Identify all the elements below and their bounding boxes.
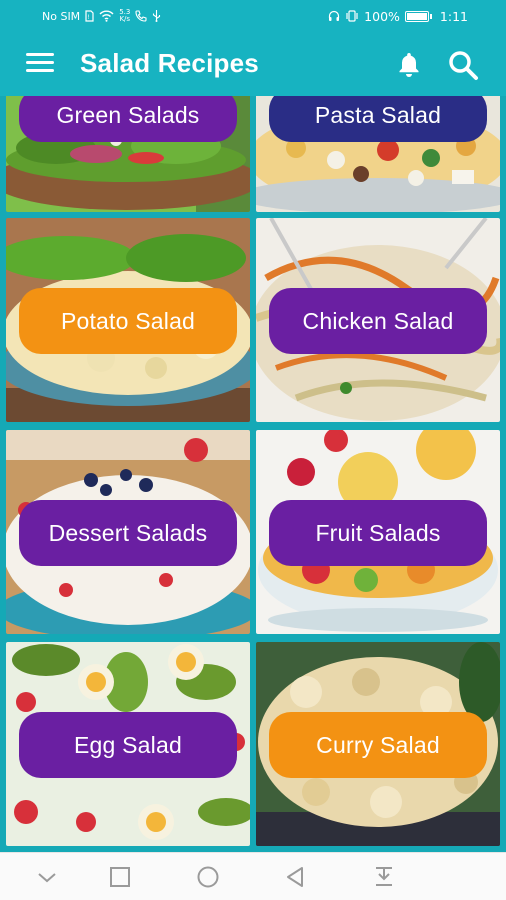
battery-percent: 100% (364, 8, 400, 24)
category-card-chicken-salad[interactable]: Chicken Salad (256, 218, 500, 422)
category-card-egg-salad[interactable]: Egg Salad (6, 642, 250, 846)
headset-icon (328, 10, 340, 22)
triangle-back-icon[interactable] (283, 865, 309, 889)
download-icon[interactable] (371, 865, 397, 889)
category-card-pasta-salad[interactable]: Pasta Salad (256, 96, 500, 212)
battery-icon (404, 10, 432, 22)
vibrate-icon (345, 10, 359, 22)
status-left: No SIM ! 5.3 K/s (42, 7, 161, 25)
square-icon[interactable] (107, 865, 133, 889)
app-title: Salad Recipes (80, 48, 259, 78)
carrier-text: No SIM (42, 9, 81, 23)
category-card-green-salads[interactable]: Green Salads (6, 96, 250, 212)
category-card-potato-salad[interactable]: Potato Salad (6, 218, 250, 422)
bell-icon[interactable] (394, 49, 424, 79)
hamburger-menu-icon[interactable] (26, 53, 54, 75)
search-icon[interactable] (446, 48, 480, 82)
app-bar: Salad Recipes (0, 32, 506, 96)
usb-icon (152, 10, 161, 22)
chevron-down-icon[interactable] (34, 865, 60, 889)
phone-icon (135, 10, 147, 22)
status-right: 100% 1:11 (328, 7, 468, 25)
category-label: Chicken Salad (269, 288, 487, 354)
category-label: Dessert Salads (19, 500, 237, 566)
status-bar: No SIM ! 5.3 K/s 100% 1:11 (0, 0, 506, 32)
category-label: Potato Salad (19, 288, 237, 354)
wifi-icon (99, 10, 114, 22)
category-label: Fruit Salads (269, 500, 487, 566)
category-card-fruit-salads[interactable]: Fruit Salads (256, 430, 500, 634)
category-label: Curry Salad (269, 712, 487, 778)
category-label: Pasta Salad (269, 96, 487, 142)
speed-unit: K/s (119, 15, 131, 23)
category-label: Green Salads (19, 96, 237, 142)
svg-text:!: ! (88, 14, 90, 21)
category-card-curry-salad[interactable]: Curry Salad (256, 642, 500, 846)
category-label: Egg Salad (19, 712, 237, 778)
network-speed: 5.3 K/s (119, 9, 130, 23)
category-card-dessert-salads[interactable]: Dessert Salads (6, 430, 250, 634)
system-nav-bar (0, 852, 506, 900)
battery-fill (406, 12, 427, 20)
category-grid: Green Salads Pasta Salad Potato Salad Ch… (0, 96, 506, 852)
sim-icon: ! (85, 10, 94, 22)
clock-time: 1:11 (439, 8, 468, 24)
circle-home-icon[interactable] (195, 865, 221, 889)
